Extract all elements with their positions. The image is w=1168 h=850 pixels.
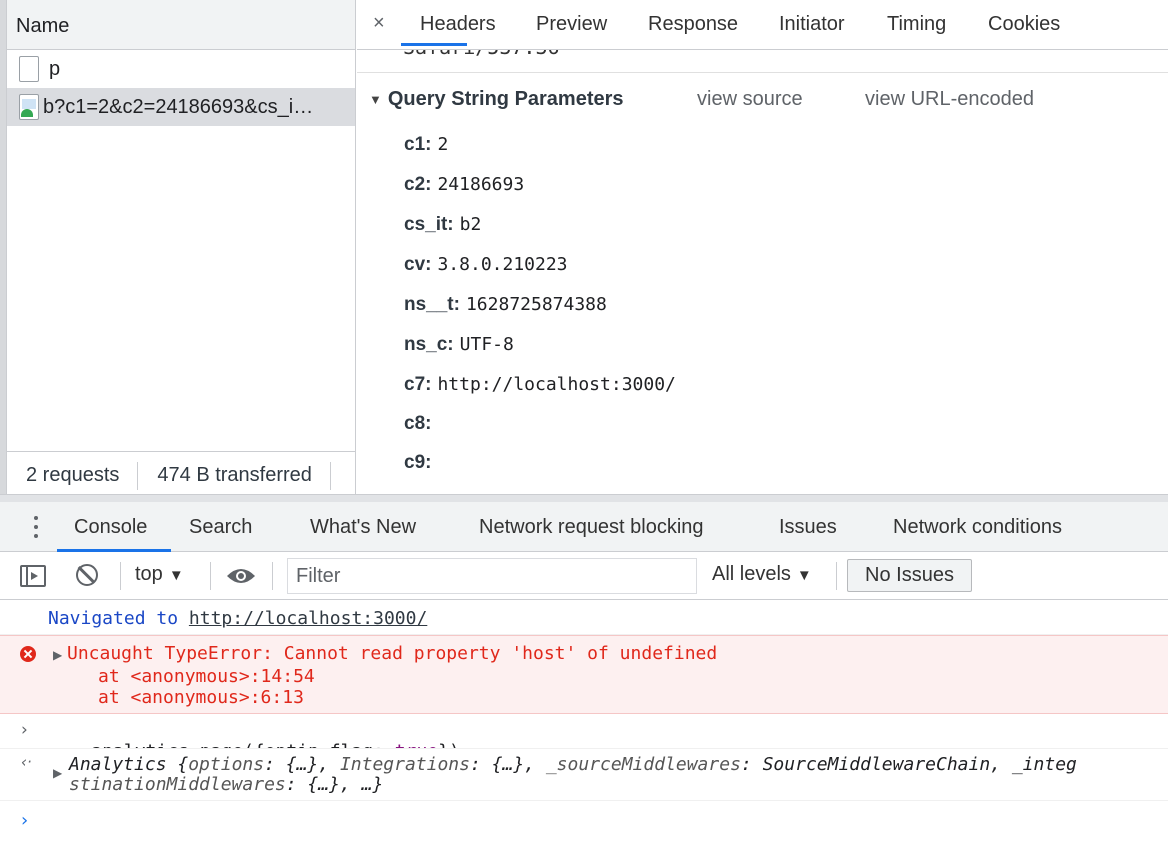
view-url-encoded-link[interactable]: view URL-encoded (865, 88, 1034, 111)
param-row: c1: 2 (404, 134, 449, 155)
close-icon[interactable]: × (373, 12, 385, 35)
network-status-bar: 2 requests 474 B transferred (7, 451, 355, 499)
expand-triangle-icon[interactable]: ▶ (53, 648, 62, 662)
detail-tab-bar: × Headers Preview Response Initiator Tim… (357, 0, 1168, 50)
log-levels-dropdown[interactable]: All levels ▼ (712, 563, 812, 586)
request-list: Name p b?c1=2&c2=24186693&cs_i… 2 reques… (6, 0, 356, 500)
drawer-panel: Console Search What's New Network reques… (0, 502, 1168, 850)
toolbar-separator (272, 562, 273, 590)
tab-issues[interactable]: Issues (779, 516, 837, 539)
tab-initiator[interactable]: Initiator (779, 13, 845, 36)
console-prompt-icon[interactable]: › (21, 810, 28, 831)
stack-frame: at <anonymous>:6:13 (98, 687, 304, 708)
tab-headers[interactable]: Headers (420, 13, 496, 36)
input-prompt-icon: › (21, 720, 28, 740)
eye-icon[interactable] (226, 567, 256, 585)
tab-timing[interactable]: Timing (887, 13, 946, 36)
expand-triangle-icon[interactable]: ▶ (53, 766, 62, 780)
request-name: b?c1=2&c2=24186693&cs_i… (43, 95, 314, 118)
console-message-navigated: Navigated to http://localhost:3000/ (0, 600, 1168, 635)
status-separator (329, 461, 331, 490)
tab-cookies[interactable]: Cookies (988, 13, 1060, 36)
collapse-triangle-icon[interactable]: ▼ (369, 92, 382, 107)
drawer-resize-handle[interactable] (0, 494, 1168, 502)
param-row: cv: 3.8.0.210223 (404, 254, 568, 275)
sidebar-toggle-icon[interactable] (20, 565, 46, 587)
request-row-p[interactable]: p (7, 50, 355, 88)
image-icon (19, 94, 39, 120)
request-count: 2 requests (26, 464, 120, 486)
document-icon (19, 56, 39, 82)
more-options-icon[interactable] (34, 516, 38, 540)
navigated-url-link[interactable]: http://localhost:3000/ (189, 608, 427, 629)
param-row: cs_it: b2 (404, 214, 482, 235)
console-toolbar: top▼ All levels▼ No Issues (0, 552, 1168, 600)
issues-button[interactable]: No Issues (847, 559, 972, 592)
network-panel: Name p b?c1=2&c2=24186693&cs_i… 2 reques… (0, 0, 1168, 502)
query-string-section-header[interactable]: ▼ Query String Parameters view source vi… (369, 88, 1168, 111)
request-detail-pane: Safari/537.36 × Headers Preview Response… (357, 0, 1168, 494)
filter-input[interactable] (287, 558, 697, 594)
section-title: Query String Parameters (387, 88, 624, 110)
param-row: c7: http://localhost:3000/ (404, 374, 676, 395)
stack-frame: at <anonymous>:14:54 (98, 666, 315, 687)
toolbar-separator (210, 562, 211, 590)
result-line: Analytics {options: {…}, Integrations: {… (69, 754, 1077, 775)
tab-console[interactable]: Console (74, 516, 147, 539)
clear-console-icon[interactable] (76, 564, 98, 586)
param-row: c9: (404, 452, 432, 473)
console-message-result[interactable]: ‹· ▶ Analytics {options: {…}, Integratio… (0, 749, 1168, 801)
request-name: p (49, 57, 61, 80)
console-message-error: ▶ Uncaught TypeError: Cannot read proper… (0, 635, 1168, 714)
tab-preview[interactable]: Preview (536, 13, 607, 36)
tab-whats-new[interactable]: What's New (310, 516, 416, 539)
transferred-size: 474 B transferred (157, 464, 312, 486)
name-column-header[interactable]: Name (7, 0, 355, 50)
error-icon (20, 646, 36, 662)
request-row-b[interactable]: b?c1=2&c2=24186693&cs_i… (7, 88, 355, 126)
tab-network-request-blocking[interactable]: Network request blocking (479, 516, 704, 539)
caret-down-icon: ▼ (796, 567, 812, 584)
tab-search[interactable]: Search (189, 516, 252, 539)
param-row: ns__t: 1628725874388 (404, 294, 607, 315)
tab-response[interactable]: Response (648, 13, 738, 36)
param-row: c8: (404, 413, 432, 434)
drawer-tab-bar: Console Search What's New Network reques… (0, 502, 1168, 552)
error-message: Uncaught TypeError: Cannot read property… (67, 643, 718, 664)
active-tab-indicator (401, 43, 467, 46)
view-source-link[interactable]: view source (697, 88, 803, 111)
param-row: c2: 24186693 (404, 174, 525, 195)
result-line: stinationMiddlewares: {…}, …} (69, 774, 384, 795)
caret-down-icon: ▼ (168, 567, 184, 584)
toolbar-separator (120, 562, 121, 590)
toolbar-separator (836, 562, 837, 590)
context-selector[interactable]: top ▼ (135, 563, 184, 586)
section-divider (357, 72, 1168, 73)
param-row: ns_c: UTF-8 (404, 334, 514, 355)
result-arrow-icon: ‹· (21, 753, 32, 771)
console-message-input: ›analytics.page({optin_flag: true}) (0, 714, 1168, 749)
tab-network-conditions[interactable]: Network conditions (893, 516, 1062, 539)
